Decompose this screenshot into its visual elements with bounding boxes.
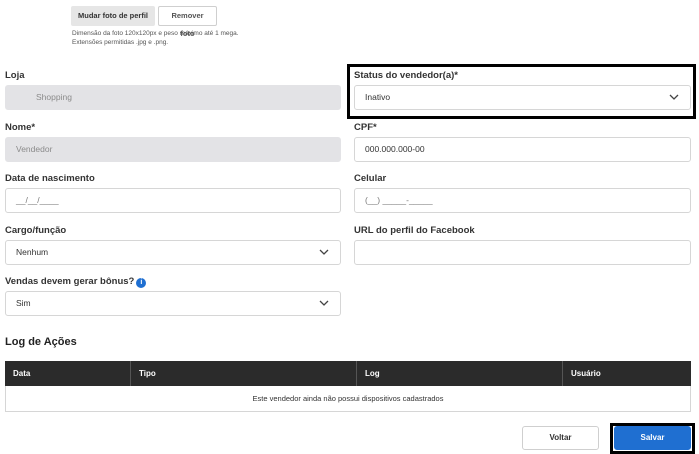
status-select[interactable]: Inativo bbox=[354, 85, 691, 110]
column-header-usuario: Usuário bbox=[571, 369, 601, 378]
celular-input[interactable]: (__) _____-_____ bbox=[354, 188, 691, 213]
save-button[interactable]: Salvar bbox=[614, 426, 691, 450]
back-button[interactable]: Voltar bbox=[522, 426, 599, 450]
bonus-select-value: Sim bbox=[16, 298, 31, 308]
birthdate-label: Data de nascimento bbox=[5, 173, 95, 184]
column-header-log: Log bbox=[365, 369, 380, 378]
info-icon[interactable]: i bbox=[136, 278, 147, 288]
log-table-header: Data Tipo Log Usuário bbox=[5, 361, 691, 386]
column-header-tipo: Tipo bbox=[139, 369, 156, 378]
bonus-select[interactable]: Sim bbox=[5, 291, 341, 316]
birthdate-input[interactable]: __/__/____ bbox=[5, 188, 341, 213]
remove-photo-button[interactable]: Remover foto bbox=[158, 6, 217, 38]
log-section-title: Log de Ações bbox=[5, 336, 77, 348]
change-photo-button[interactable]: Mudar foto de perfil bbox=[71, 6, 155, 26]
chevron-down-icon bbox=[319, 300, 329, 306]
nome-field: Vendedor bbox=[5, 137, 341, 162]
cargo-select-value: Nenhum bbox=[16, 247, 49, 257]
cargo-select[interactable]: Nenhum bbox=[5, 240, 341, 265]
status-label: Status do vendedor(a)* bbox=[354, 70, 458, 81]
cpf-label: CPF* bbox=[354, 122, 377, 133]
loja-label: Loja bbox=[5, 70, 25, 81]
status-select-value: Inativo bbox=[365, 92, 391, 102]
facebook-input[interactable] bbox=[354, 240, 691, 265]
chevron-down-icon bbox=[319, 249, 329, 255]
cargo-label: Cargo/função bbox=[5, 225, 67, 236]
celular-label: Celular bbox=[354, 173, 387, 184]
chevron-down-icon bbox=[669, 94, 679, 100]
bonus-label: Vendas devem gerar bônus? bbox=[5, 276, 135, 287]
log-table-empty-message: Este vendedor ainda não possui dispositi… bbox=[5, 386, 691, 412]
photo-hint-extensions: Extensões permitidas .jpg e .png. bbox=[72, 39, 169, 46]
loja-field: Shopping bbox=[5, 85, 341, 110]
bonus-label-row: Vendas devem gerar bônus? i bbox=[5, 276, 147, 288]
cpf-input[interactable]: 000.000.000-00 bbox=[354, 137, 691, 162]
facebook-label: URL do perfil do Facebook bbox=[354, 225, 475, 236]
column-header-data: Data bbox=[13, 369, 31, 378]
nome-label: Nome* bbox=[5, 122, 36, 133]
photo-hint-size: Dimensão da foto 120x120px e peso máximo… bbox=[72, 30, 239, 37]
